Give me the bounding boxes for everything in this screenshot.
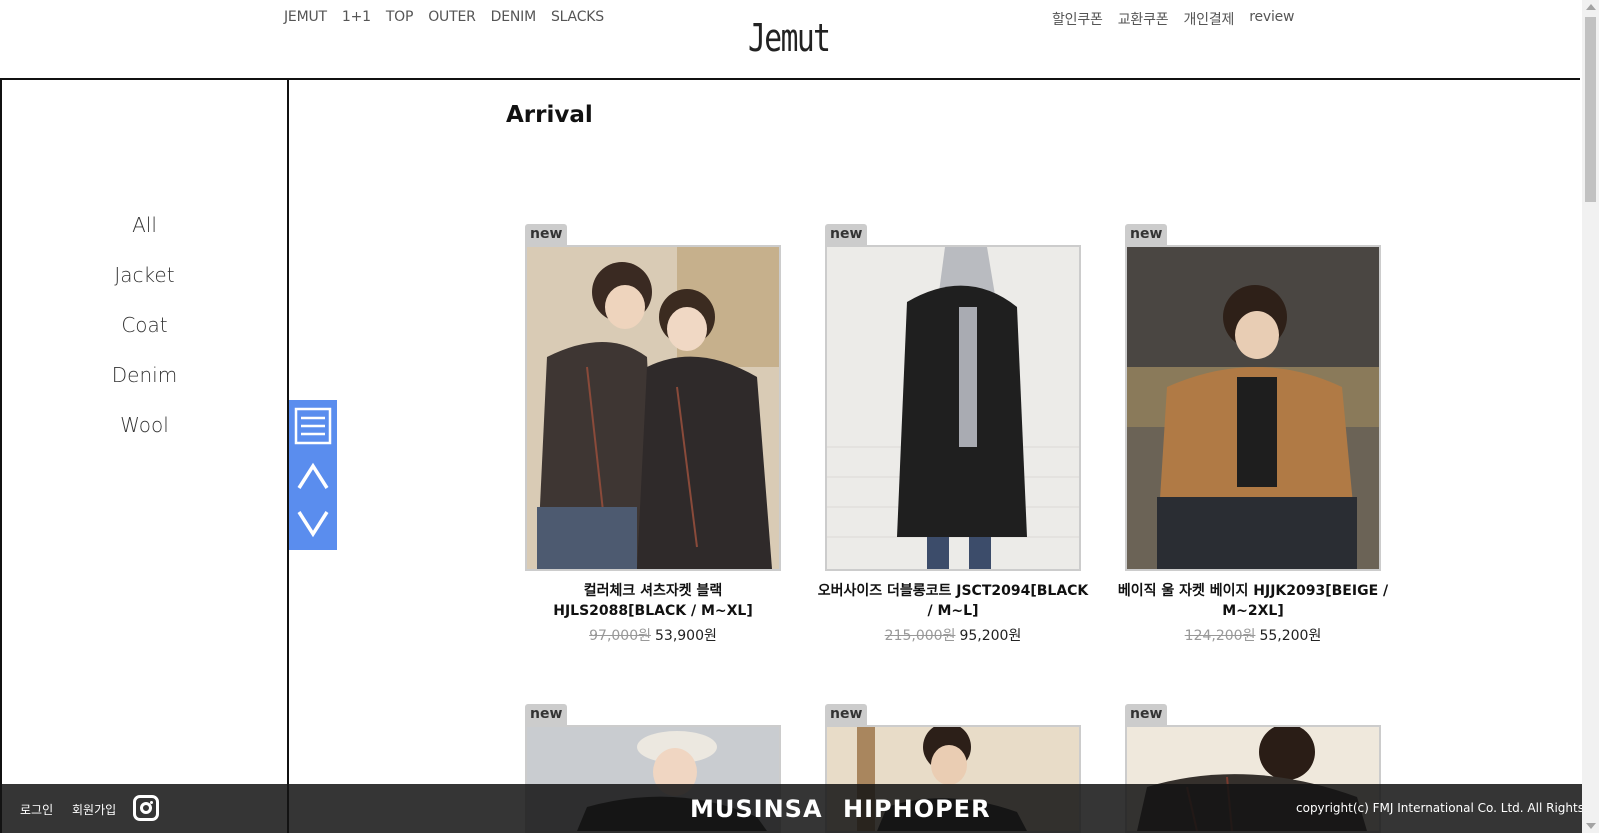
scrollbar-thumb[interactable] [1585,17,1596,202]
product-card[interactable]: new 컬러체크 셔츠자켓 블랙 HJLS2088[BLACK / M~XL] … [525,224,781,644]
category-wool[interactable]: Wool [2,412,287,462]
main-nav: JEMUT 1+1 TOP OUTER DENIM SLACKS [284,9,604,25]
sale-price: 95,200원 [959,628,1022,644]
product-photo-long-coat [827,247,1079,569]
product-name[interactable]: 베이직 울 자켓 베이지 HJJK2093[BEIGE / M~2XL] [1117,581,1389,621]
product-name[interactable]: 오버사이즈 더블롱코트 JSCT2094[BLACK / M~L] [817,581,1089,621]
nav-review[interactable]: review [1249,9,1294,29]
instagram-icon[interactable] [133,795,159,821]
category-jacket[interactable]: Jacket [2,262,287,312]
musinsa-link[interactable]: MUSINSA [690,795,823,823]
nav-discount-coupon[interactable]: 할인쿠폰 [1052,9,1103,29]
product-card[interactable]: new 오버사이즈 더블롱코트 JSCT2094[BLACK / M~L] 21… [818,224,1088,645]
copyright-text: copyright(c) FMJ International Co. Ltd. … [1296,801,1582,815]
site-header: JEMUT 1+1 TOP OUTER DENIM SLACKS Jemut 할… [0,0,1580,80]
new-badge: new [825,704,868,725]
nav-1plus1[interactable]: 1+1 [342,9,371,25]
nav-denim[interactable]: DENIM [491,9,537,25]
product-photo-couple [527,247,779,569]
site-footer: 로그인 회원가입 MUSINSA HIPHOPER copyright(c) F… [0,784,1582,833]
original-price: 97,000원 [589,628,651,644]
nav-slacks[interactable]: SLACKS [551,9,604,25]
new-badge: new [825,224,868,245]
page-scrollbar[interactable] [1582,0,1599,833]
product-photo-beige-jacket [1127,247,1379,569]
scroll-down-arrow-icon[interactable] [1586,823,1596,829]
new-badge: new [525,224,568,245]
product-price: 215,000원 95,200원 [825,625,1081,645]
nav-exchange-coupon[interactable]: 교환쿠폰 [1118,9,1169,29]
signup-link[interactable]: 회원가입 [72,801,116,818]
category-list: All Jacket Coat Denim Wool [2,212,287,462]
sale-price: 53,900원 [655,628,717,644]
nav-top[interactable]: TOP [386,9,414,25]
hiphoper-link[interactable]: HIPHOPER [843,795,991,823]
utility-nav: 할인쿠폰 교환쿠폰 개인결제 review [1052,9,1295,29]
original-price: 215,000원 [884,628,956,644]
nav-outer[interactable]: OUTER [428,9,476,25]
category-all[interactable]: All [2,212,287,262]
product-name[interactable]: 컬러체크 셔츠자켓 블랙 HJLS2088[BLACK / M~XL] [517,581,789,621]
product-image[interactable] [825,245,1081,571]
new-badge: new [1125,704,1168,725]
page-title: Arrival [506,102,593,128]
category-denim[interactable]: Denim [2,362,287,412]
site-logo[interactable]: Jemut [748,16,831,60]
nav-personal-payment[interactable]: 개인결제 [1183,9,1234,29]
product-area: Arrival new 컬러체크 셔츠자켓 블랙 HJLS2088[BLACK … [291,80,1580,833]
product-price: 97,000원 53,900원 [525,625,781,645]
product-card[interactable]: new 베이직 울 자켓 베이지 HJJK2093[BEIGE / M~2XL]… [1118,224,1388,645]
nav-jemut[interactable]: JEMUT [284,9,327,25]
original-price: 124,200원 [1184,628,1256,644]
login-link[interactable]: 로그인 [20,801,53,818]
product-image[interactable] [525,245,781,571]
category-sidebar: All Jacket Coat Denim Wool [0,80,289,833]
new-badge: new [1125,224,1168,245]
scroll-up-arrow-icon[interactable] [1586,4,1596,10]
new-badge: new [525,704,568,725]
sale-price: 55,200원 [1259,628,1322,644]
category-coat[interactable]: Coat [2,312,287,362]
product-price: 124,200원 55,200원 [1125,625,1381,645]
product-image[interactable] [1125,245,1381,571]
